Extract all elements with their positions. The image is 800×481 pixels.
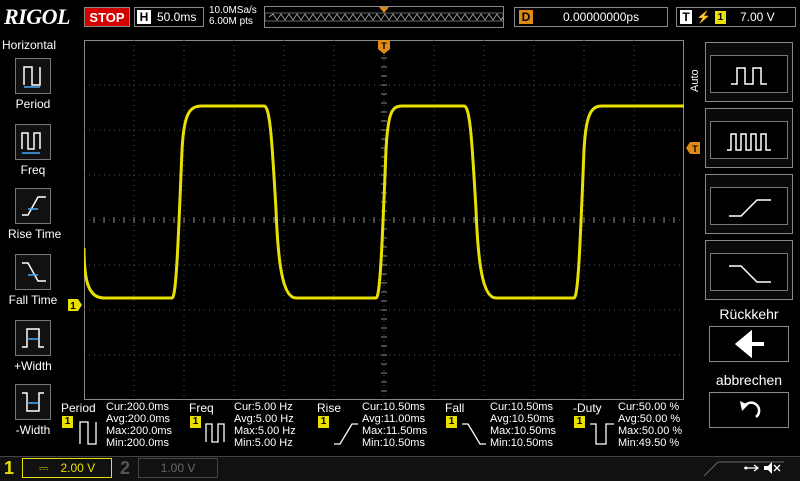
usb-icon (744, 464, 760, 472)
minus-width-button[interactable]: -Width (8, 384, 58, 437)
ch2-number[interactable]: 2 (120, 458, 130, 479)
measurement-name: Period (61, 401, 96, 415)
trigger-position-marker[interactable]: T (378, 40, 390, 54)
timebase-value: 50.0ms (157, 10, 197, 24)
freq-wave-icon (710, 121, 788, 159)
measurement-fall[interactable]: Fall 1 Cur:10.50ms Avg:10.50ms Max:10.50ms… (444, 400, 570, 452)
trigger-level-text: T (692, 144, 698, 154)
minus-width-icon (15, 384, 51, 420)
measurement-values: Cur:10.50ms Avg:10.50ms Max:10.50ms Min:10.… (490, 401, 557, 449)
fall-time-icon (15, 254, 51, 290)
channel-badge: 1 (446, 416, 457, 428)
frequency-icon (15, 124, 51, 160)
ch2-scale-value: 1.00 V (160, 461, 196, 475)
freq-button[interactable]: Freq (8, 124, 58, 177)
waveform-display[interactable] (82, 39, 685, 401)
delay-indicator[interactable]: D 0.00000000ps (514, 7, 668, 27)
timebase-indicator[interactable]: H 50.0ms (134, 7, 204, 27)
run-stop-status[interactable]: STOP (84, 7, 130, 27)
auto-period-button[interactable] (705, 42, 793, 102)
undo-icon (740, 401, 761, 418)
sample-rate: 10.0MSa/s (209, 5, 257, 16)
measurement-name: -Duty (573, 401, 602, 415)
rising-edge-icon: ⚡ (696, 10, 711, 24)
minus-width-label: -Width (15, 423, 51, 437)
cancel-label: abbrechen (715, 372, 783, 388)
delay-value: 0.00000000ps (563, 10, 640, 24)
fall-time-label: Fall Time (8, 293, 58, 307)
channel-badge: 1 (190, 416, 201, 428)
ch1-scale[interactable]: ⎓ 2.00 V (22, 458, 112, 478)
measurement-rise[interactable]: Rise 1 Cur:10.50ms Avg:11.00ms Max:11.50ms… (316, 400, 442, 452)
rise-time-label: Rise Time (8, 227, 62, 241)
trigger-label: T (680, 10, 692, 24)
measurement-neg-duty[interactable]: -Duty 1 Cur:50.00 % Avg:50.00 % Max:50.00 … (572, 400, 698, 452)
measurement-values: Cur:50.00 % Avg:50.00 % Max:50.00 % Min:49.… (618, 401, 683, 449)
rise-time-icon (15, 188, 51, 224)
rise-time-icon (334, 423, 358, 445)
plus-width-icon (15, 320, 51, 356)
acquisition-info: 10.0MSa/s 6.00M pts (209, 5, 257, 27)
rising-edge-wave-icon (710, 187, 788, 225)
auto-freq-button[interactable] (705, 108, 793, 168)
trigger-channel-badge: 1 (714, 10, 726, 24)
status-icons (703, 460, 784, 477)
measurement-name: Fall (445, 401, 465, 415)
period-wave-icon (710, 55, 788, 93)
ch1-ground-marker[interactable]: 1 (68, 298, 82, 312)
period-label: Period (15, 97, 51, 111)
auto-rise-button[interactable] (705, 174, 793, 234)
freq-label: Freq (20, 163, 46, 177)
delay-label: D (519, 10, 533, 24)
rigol-logo: RIGOL (4, 4, 70, 29)
auto-label: Auto (689, 69, 701, 92)
measurement-values: Cur:10.50ms Avg:11.00ms Max:11.50ms Min:10.… (362, 401, 428, 449)
speaker-muted-icon (764, 462, 781, 474)
period-icon (79, 421, 97, 445)
period-button[interactable]: Period (8, 58, 58, 111)
frequency-icon (205, 423, 225, 443)
falling-edge-wave-icon (710, 253, 788, 291)
ch2-scale[interactable]: 1.00 V (138, 458, 218, 478)
measurement-name: Freq (189, 401, 214, 415)
trigger-indicator[interactable]: T ⚡ 1 7.00 V (676, 7, 796, 27)
auto-fall-button[interactable] (705, 240, 793, 300)
measurement-name: Rise (317, 401, 342, 415)
trigger-level-marker[interactable]: T (686, 141, 700, 154)
measurement-freq[interactable]: Freq 1 Cur:5.00 Hz Avg:5.00 Hz Max:5.00 Hz… (188, 400, 314, 452)
measurement-values: Cur:200.0ms Avg:200.0ms Max:200.0ms Min:200… (106, 401, 173, 449)
channel-badge: 1 (62, 416, 73, 428)
channel-badge: 1 (318, 416, 329, 428)
dc-coupling-icon: ⎓ (38, 460, 49, 475)
trigger-level: 7.00 V (739, 10, 775, 24)
memory-overview-strip (264, 6, 506, 28)
arrow-left-icon (734, 329, 764, 359)
measurement-values: Cur:5.00 Hz Avg:5.00 Hz Max:5.00 Hz Min:5.0… (234, 401, 296, 449)
rise-time-button[interactable]: Rise Time (8, 188, 62, 241)
cancel-button[interactable] (709, 392, 789, 428)
plus-width-button[interactable]: +Width (8, 320, 58, 373)
back-button[interactable] (709, 326, 789, 362)
ch1-number[interactable]: 1 (4, 458, 14, 479)
ch1-scale-value: 2.00 V (60, 461, 96, 475)
fall-time-icon (462, 423, 486, 445)
horizontal-label: H (137, 10, 151, 24)
period-icon (15, 58, 51, 94)
negative-duty-icon (590, 423, 614, 445)
back-label: Rückkehr (719, 306, 779, 322)
trigger-position-text: T (381, 41, 387, 51)
channel-badge: 1 (574, 416, 585, 428)
fall-time-button[interactable]: Fall Time (8, 254, 58, 307)
plus-width-label: +Width (14, 359, 52, 373)
ch1-ground-text: 1 (70, 301, 76, 311)
memory-depth: 6.00M pts (209, 16, 253, 27)
horizontal-menu-title: Horizontal (2, 38, 57, 52)
measurement-period[interactable]: Period 1 Cur:200.0ms Avg:200.0ms Max:200.0… (60, 400, 186, 452)
